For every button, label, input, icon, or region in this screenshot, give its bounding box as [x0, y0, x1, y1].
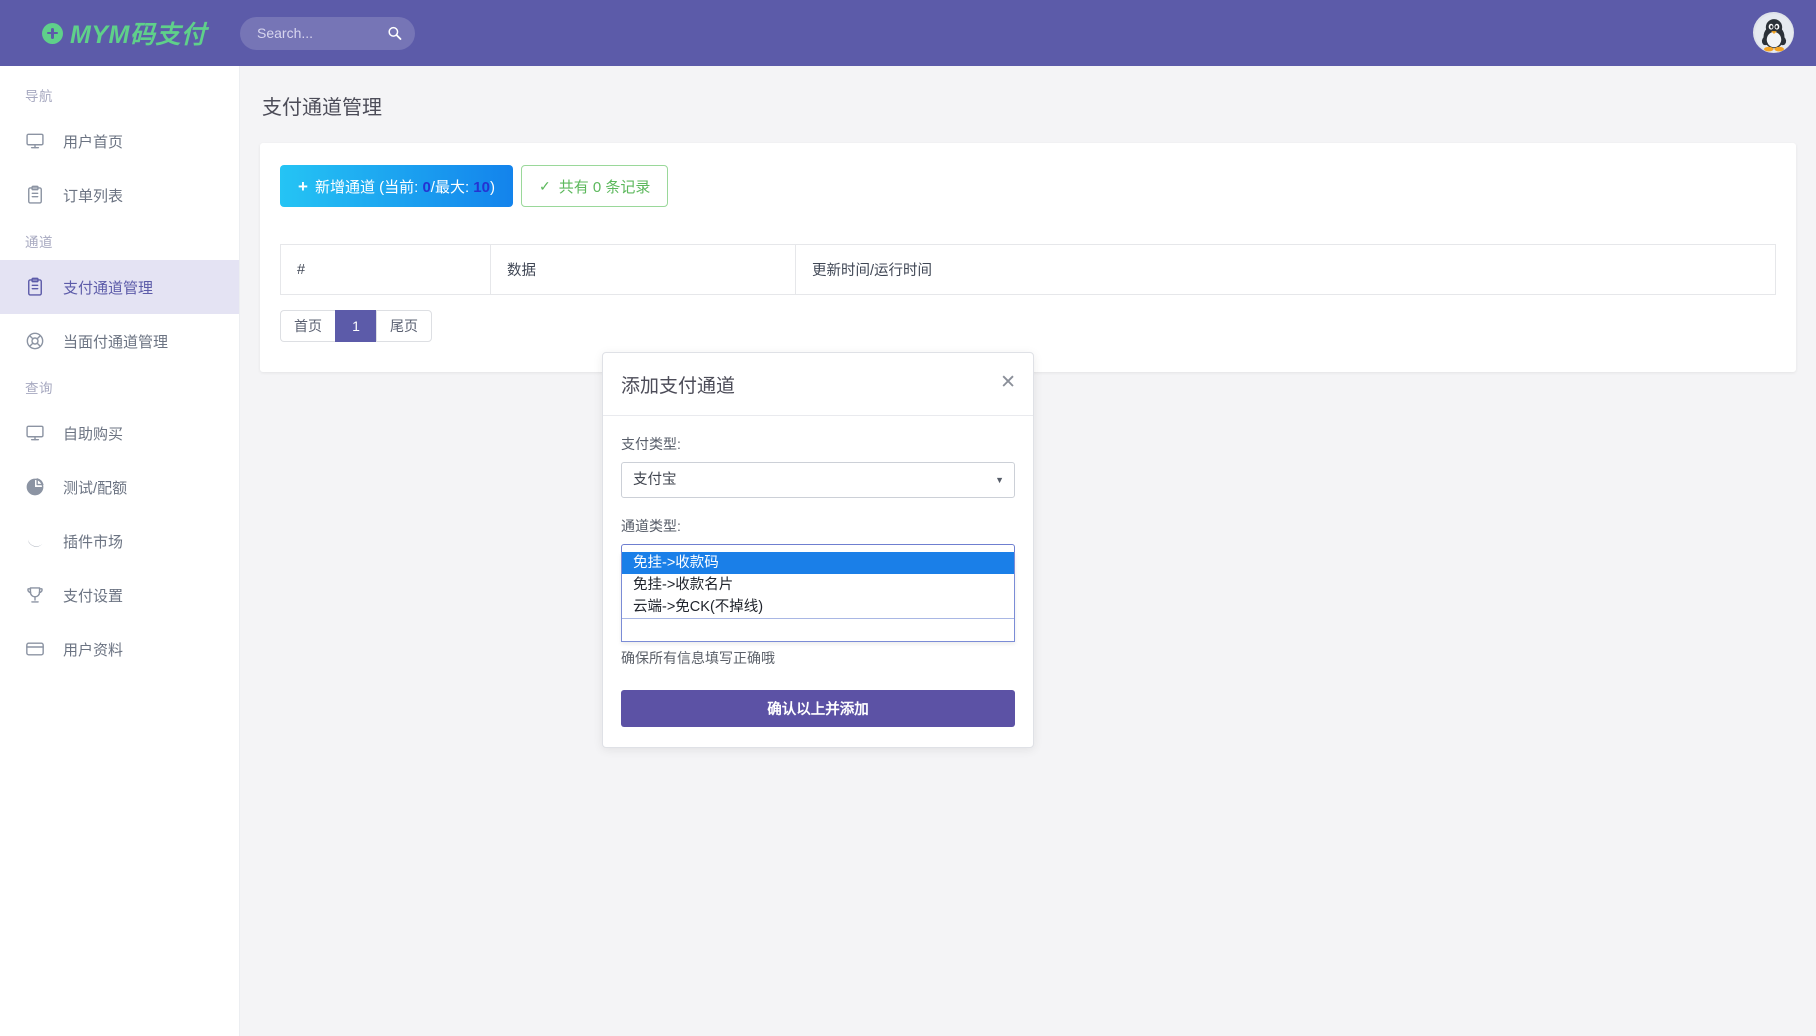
confirm-add-button[interactable]: 确认以上并添加: [621, 690, 1015, 727]
record-count-button[interactable]: ✓ 共有 0 条记录: [521, 165, 668, 207]
sidebar-item-label: 测试/配额: [63, 477, 127, 498]
sidebar-item-label: 用户资料: [63, 639, 123, 660]
main-content: 支付通道管理 + 新增通道 (当前: 0/最大: 10) ✓ 共有 0 条记录 …: [240, 66, 1816, 1036]
modal-title: 添加支付通道: [621, 371, 1013, 398]
dropdown-option-1[interactable]: 免挂->收款名片: [622, 574, 1014, 596]
plus-icon: +: [298, 178, 308, 195]
payment-type-label: 支付类型:: [621, 434, 1015, 454]
pagination-page-1[interactable]: 1: [335, 310, 376, 342]
add-channel-button[interactable]: + 新增通道 (当前: 0/最大: 10): [280, 165, 513, 207]
modal-header: 添加支付通道 ✕: [603, 353, 1033, 416]
channel-table: # 数据 更新时间/运行时间: [280, 244, 1776, 295]
payment-type-value: 支付宝: [633, 472, 677, 488]
dropdown-spacer: [622, 618, 1014, 641]
sidebar-item-label: 订单列表: [63, 185, 123, 206]
brand-logo[interactable]: MYM码支付: [0, 15, 240, 51]
form-hint: 确保所有信息填写正确哦: [621, 648, 1015, 668]
current-count: 0: [422, 179, 430, 196]
th-data: 数据: [491, 245, 796, 295]
brand-name: MYM码支付: [70, 15, 206, 51]
moon-icon: [25, 531, 45, 551]
max-count: 10: [473, 179, 490, 196]
sidebar-group-title-query: 查询: [0, 368, 239, 406]
lifebuoy-icon: [25, 331, 45, 351]
add-payment-channel-modal: 添加支付通道 ✕ 支付类型: 支付宝 ▼ 通道类型: 免挂->收款码 ▼: [602, 352, 1034, 748]
record-count-label: 共有 0 条记录: [559, 176, 651, 197]
top-navbar: MYM码支付: [0, 0, 1816, 66]
channel-type-dropdown: 免挂->收款码 免挂->收款名片 云端->免CK(不掉线): [621, 552, 1015, 642]
add-channel-label: 新增通道 (当前: 0/最大: 10): [315, 176, 495, 197]
sidebar-group-title-nav: 导航: [0, 76, 239, 114]
sidebar-item-user-profile[interactable]: 用户资料: [0, 622, 239, 676]
table-header-row: # 数据 更新时间/运行时间: [281, 245, 1776, 295]
sidebar-item-label: 支付设置: [63, 585, 123, 606]
table-header: # 数据 更新时间/运行时间: [281, 245, 1776, 295]
sidebar-item-label: 支付通道管理: [63, 277, 153, 298]
sidebar-item-label: 插件市场: [63, 531, 123, 552]
payment-type-select[interactable]: 支付宝 ▼: [621, 462, 1015, 498]
sidebar-item-test-quota[interactable]: 测试/配额: [0, 460, 239, 514]
toolbar: + 新增通道 (当前: 0/最大: 10) ✓ 共有 0 条记录: [280, 165, 1776, 207]
check-icon: ✓: [539, 178, 551, 195]
app-root: MYM码支付: [0, 0, 1816, 1036]
sidebar-item-facepay-channel-manage[interactable]: 当面付通道管理: [0, 314, 239, 368]
sidebar: 导航 用户首页 订单列表 通道 支付通道管理 当面付通道管理 查询: [0, 66, 240, 1036]
channel-type-label: 通道类型:: [621, 516, 1015, 536]
sidebar-item-order-list[interactable]: 订单列表: [0, 168, 239, 222]
avatar[interactable]: [1753, 12, 1794, 53]
sidebar-item-payment-settings[interactable]: 支付设置: [0, 568, 239, 622]
clipboard-icon: [25, 185, 45, 205]
sidebar-item-label: 当面付通道管理: [63, 331, 168, 352]
th-index: #: [281, 245, 491, 295]
clipboard-icon: [25, 277, 45, 297]
field-payment-type: 支付类型: 支付宝 ▼: [621, 434, 1015, 498]
th-updated-runtime: 更新时间/运行时间: [796, 245, 1776, 295]
dropdown-option-0[interactable]: 免挂->收款码: [622, 552, 1014, 574]
credit-card-icon: [25, 639, 45, 659]
sidebar-item-self-purchase[interactable]: 自助购买: [0, 406, 239, 460]
pagination-first[interactable]: 首页: [280, 310, 335, 342]
search-container: [240, 17, 415, 50]
sidebar-item-label: 自助购买: [63, 423, 123, 444]
sidebar-item-payment-channel-manage[interactable]: 支付通道管理: [0, 260, 239, 314]
pagination-last[interactable]: 尾页: [376, 310, 432, 342]
lifebuoy-icon: [42, 23, 63, 44]
dropdown-option-2[interactable]: 云端->免CK(不掉线): [622, 596, 1014, 618]
sidebar-item-plugin-market[interactable]: 插件市场: [0, 514, 239, 568]
monitor-icon: [25, 423, 45, 443]
chevron-down-icon: ▼: [995, 463, 1004, 497]
sidebar-item-label: 用户首页: [63, 131, 123, 152]
close-icon[interactable]: ✕: [1000, 373, 1016, 392]
trophy-icon: [25, 585, 45, 605]
page-title: 支付通道管理: [240, 66, 1816, 120]
modal-body: 支付类型: 支付宝 ▼ 通道类型: 免挂->收款码 ▼ 免挂->收款码 免挂->…: [603, 416, 1033, 747]
field-channel-type: 通道类型: 免挂->收款码 ▼ 免挂->收款码 免挂->收款名片 云端->免CK…: [621, 516, 1015, 580]
monitor-icon: [25, 131, 45, 151]
sidebar-group-title-channel: 通道: [0, 222, 239, 260]
pie-chart-icon: [25, 477, 45, 497]
pagination: 首页 1 尾页: [280, 310, 1776, 342]
channel-card: + 新增通道 (当前: 0/最大: 10) ✓ 共有 0 条记录 # 数据 更新…: [260, 143, 1796, 372]
sidebar-item-user-home[interactable]: 用户首页: [0, 114, 239, 168]
qq-penguin-avatar-icon: [1755, 14, 1793, 52]
search-input[interactable]: [240, 17, 415, 50]
